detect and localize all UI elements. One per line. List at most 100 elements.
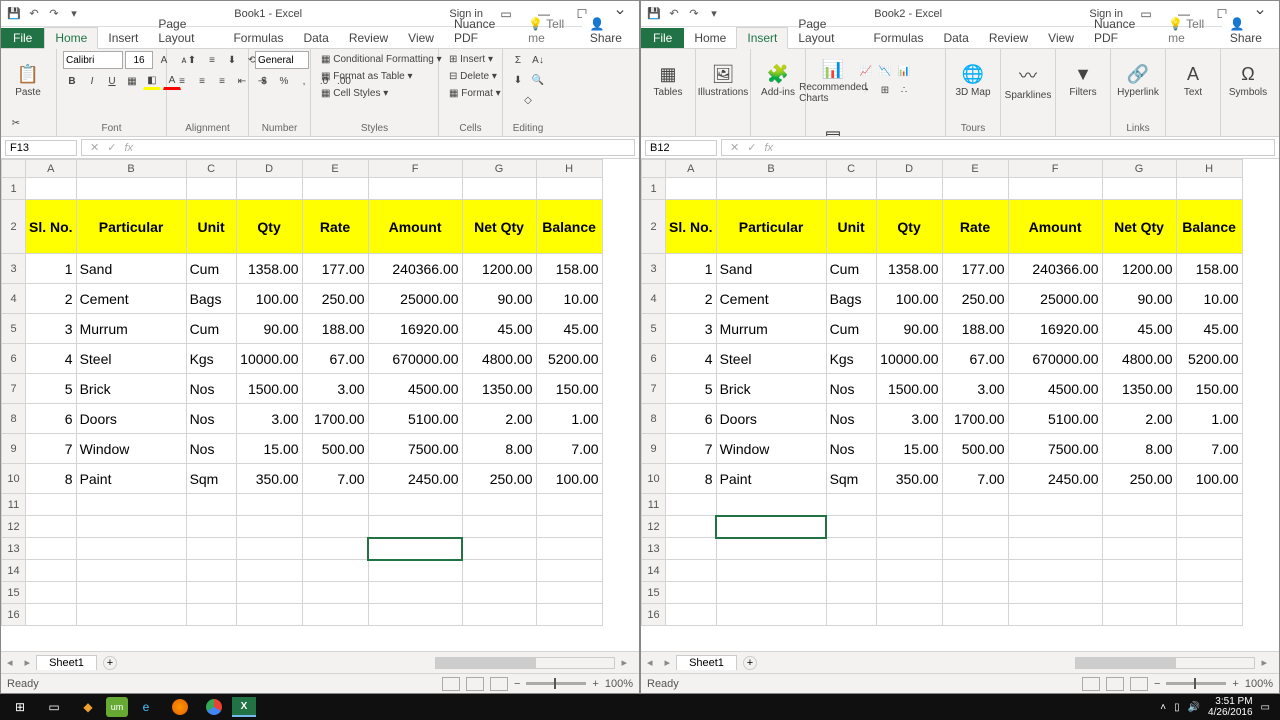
edge-icon[interactable]: e [130, 696, 162, 718]
cell[interactable] [876, 494, 942, 516]
cell[interactable]: Net Qty [1102, 200, 1176, 254]
tell-me[interactable]: 💡 Tell me [1160, 14, 1222, 48]
cell[interactable] [826, 604, 876, 626]
cell-styles[interactable]: ▦ Cell Styles ▾ [317, 85, 392, 101]
cell[interactable]: 10.00 [536, 284, 602, 314]
cell[interactable] [1176, 494, 1242, 516]
percent-icon[interactable]: % [275, 72, 293, 90]
row-header[interactable]: 14 [642, 560, 666, 582]
cell[interactable]: 3.00 [236, 404, 302, 434]
cell[interactable]: 158.00 [536, 254, 602, 284]
cell[interactable] [1176, 582, 1242, 604]
cell[interactable] [942, 538, 1008, 560]
pivotchart-button[interactable]: ▤PivotChart [812, 114, 854, 137]
cell[interactable]: 500.00 [942, 434, 1008, 464]
recommended-charts[interactable]: 📊Recommended Charts [812, 51, 854, 111]
cell[interactable] [236, 560, 302, 582]
col-header[interactable]: B [76, 160, 186, 178]
undo-icon[interactable]: ↶ [667, 7, 681, 21]
delete-cells[interactable]: ⊟ Delete ▾ [445, 68, 501, 84]
zoom-level[interactable]: 100% [605, 678, 633, 690]
undo-icon[interactable]: ↶ [27, 7, 41, 21]
cell[interactable]: 45.00 [1102, 314, 1176, 344]
redo-icon[interactable]: ↷ [47, 7, 61, 21]
cell[interactable] [368, 560, 462, 582]
cell[interactable]: 3 [26, 314, 77, 344]
cell[interactable]: Nos [186, 434, 236, 464]
cell[interactable] [76, 582, 186, 604]
cell[interactable] [826, 560, 876, 582]
cell[interactable]: 3.00 [302, 374, 368, 404]
row-header[interactable]: 3 [2, 254, 26, 284]
cell[interactable]: Cum [186, 314, 236, 344]
cell[interactable]: Nos [826, 374, 876, 404]
illustrations-button[interactable]: 🖼Illustrations [702, 51, 744, 111]
cell[interactable]: 5 [666, 374, 717, 404]
firefox-icon[interactable] [164, 696, 196, 718]
cell[interactable]: 250.00 [462, 464, 536, 494]
cell[interactable]: 150.00 [536, 374, 602, 404]
cell[interactable] [1102, 538, 1176, 560]
ribbon-tab[interactable]: Home [684, 28, 736, 48]
cell[interactable]: 8 [666, 464, 717, 494]
chart-icon[interactable]: ◔ [857, 82, 875, 100]
cell[interactable] [876, 604, 942, 626]
share-button[interactable]: 👤 Share [582, 14, 639, 48]
number-format[interactable] [255, 51, 309, 69]
cell[interactable] [1176, 604, 1242, 626]
cell[interactable] [462, 494, 536, 516]
col-header[interactable]: G [1102, 160, 1176, 178]
align-center-icon[interactable]: ≡ [193, 72, 211, 90]
cell[interactable]: 670000.00 [368, 344, 462, 374]
row-header[interactable]: 7 [642, 374, 666, 404]
row-header[interactable]: 3 [642, 254, 666, 284]
cell[interactable] [1102, 604, 1176, 626]
cell[interactable]: 1350.00 [1102, 374, 1176, 404]
cell[interactable] [536, 604, 602, 626]
cell[interactable] [876, 178, 942, 200]
cell[interactable] [666, 560, 717, 582]
cell[interactable] [302, 604, 368, 626]
cell[interactable] [666, 178, 717, 200]
cell[interactable] [666, 582, 717, 604]
cell[interactable] [302, 582, 368, 604]
3dmap-button[interactable]: 🌐3D Map [952, 51, 994, 111]
cell[interactable] [76, 178, 186, 200]
align-left-icon[interactable]: ≡ [173, 72, 191, 90]
cell[interactable]: 3 [666, 314, 717, 344]
cell[interactable]: 500.00 [302, 434, 368, 464]
name-box[interactable] [5, 140, 77, 156]
cancel-icon[interactable]: ✕ [90, 141, 99, 154]
cell[interactable] [1008, 494, 1102, 516]
cell[interactable] [1176, 516, 1242, 538]
cell[interactable] [536, 178, 602, 200]
find-icon[interactable]: 🔍 [529, 71, 547, 89]
cell[interactable] [1102, 582, 1176, 604]
cell[interactable]: Amount [368, 200, 462, 254]
cell[interactable] [876, 516, 942, 538]
file-tab[interactable]: File [1, 28, 44, 48]
formula-bar[interactable]: ✕ ✓ fx [721, 139, 1275, 156]
cell[interactable]: Balance [536, 200, 602, 254]
format-cells[interactable]: ▦ Format ▾ [445, 85, 505, 101]
cell[interactable] [942, 178, 1008, 200]
start-button[interactable]: ⊞ [4, 696, 36, 718]
sheet-tab[interactable]: Sheet1 [676, 655, 737, 670]
cell[interactable]: 1500.00 [876, 374, 942, 404]
cell[interactable] [716, 178, 826, 200]
cell[interactable]: 1 [666, 254, 717, 284]
cell[interactable]: 240366.00 [1008, 254, 1102, 284]
cell[interactable] [462, 604, 536, 626]
ribbon-tab[interactable]: Home [44, 27, 98, 49]
cell[interactable]: 3.00 [876, 404, 942, 434]
cell[interactable]: 25000.00 [1008, 284, 1102, 314]
cell[interactable] [236, 494, 302, 516]
cell[interactable] [1102, 560, 1176, 582]
excel-icon[interactable]: X [232, 697, 256, 717]
cell[interactable]: 10000.00 [236, 344, 302, 374]
cell[interactable] [1176, 178, 1242, 200]
cell[interactable] [942, 560, 1008, 582]
chart-icon[interactable]: 📊 [895, 63, 913, 81]
row-header[interactable]: 4 [642, 284, 666, 314]
cell[interactable]: 4 [666, 344, 717, 374]
